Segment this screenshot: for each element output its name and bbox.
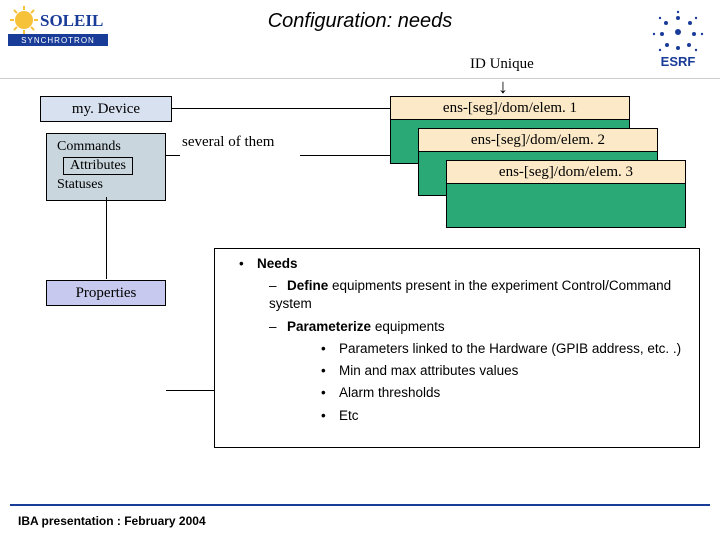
slide-title: Configuration: needs — [268, 10, 453, 33]
device-box-1: ens-[seg]/dom/elem. 1 — [390, 96, 630, 120]
footer-divider — [10, 504, 710, 506]
connector-line — [106, 197, 107, 279]
soleil-logo: SOLEIL SYNCHROTRON — [8, 6, 108, 48]
commands-label: Commands — [53, 138, 159, 156]
needs-heading: •Needs — [239, 255, 689, 273]
mydevice-box: my. Device — [40, 96, 172, 122]
statuses-label: Statuses — [53, 176, 159, 194]
needs-subitem: •Etc — [239, 407, 689, 425]
several-label: several of them — [182, 134, 274, 151]
needs-subitem: •Min and max attributes values — [239, 362, 689, 380]
device-box-2: ens-[seg]/dom/elem. 2 — [418, 128, 658, 152]
properties-box: Properties — [46, 280, 166, 306]
device-box-3: ens-[seg]/dom/elem. 3 — [446, 160, 686, 184]
svg-text:ESRF: ESRF — [661, 54, 696, 69]
needs-subitem: •Parameters linked to the Hardware (GPIB… — [239, 340, 689, 358]
attributes-label: Attributes — [63, 157, 133, 175]
needs-item: –Define equipments present in the experi… — [239, 277, 689, 313]
commands-block: Commands Attributes Statuses — [46, 133, 166, 201]
connector-line — [166, 155, 180, 156]
needs-subitem: •Alarm thresholds — [239, 384, 689, 402]
header-divider — [0, 78, 720, 79]
esrf-logo: ESRF — [646, 6, 710, 70]
needs-box: •Needs –Define equipments present in the… — [214, 248, 700, 448]
svg-text:SOLEIL: SOLEIL — [40, 11, 103, 30]
device-slab-3 — [446, 182, 686, 228]
footer-text: IBA presentation : February 2004 — [18, 514, 206, 528]
svg-text:SYNCHROTRON: SYNCHROTRON — [21, 36, 95, 45]
connector-line — [172, 108, 390, 109]
needs-item: –Parameterize equipments — [239, 318, 689, 336]
connector-line — [166, 390, 214, 391]
id-unique-label: ID Unique — [470, 56, 534, 73]
